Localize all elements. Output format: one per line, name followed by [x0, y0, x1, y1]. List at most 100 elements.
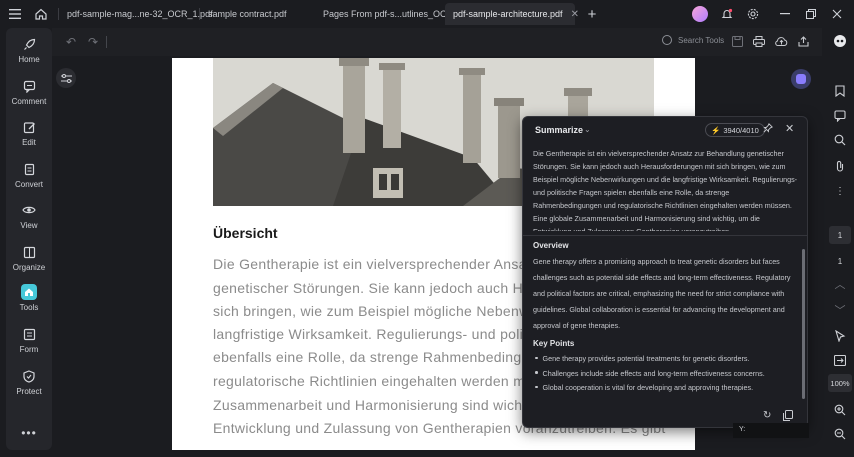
- comment-icon: [21, 78, 37, 94]
- document-text-line: genetischer Störungen. Sie kann jedoch a…: [213, 280, 537, 296]
- ai-assistant-button[interactable]: [791, 69, 811, 89]
- gear-icon[interactable]: [742, 3, 764, 25]
- source-text: Die Gentherapie ist ein vielversprechend…: [533, 149, 798, 231]
- bookmark-icon[interactable]: [832, 83, 848, 99]
- toolbar-divider: [106, 36, 107, 48]
- search-panel-icon[interactable]: [832, 132, 848, 148]
- sidebar-item-home[interactable]: Home: [6, 36, 52, 64]
- copilot-icon[interactable]: [832, 33, 848, 49]
- menu-icon[interactable]: [4, 3, 26, 25]
- sidebar-item-convert[interactable]: Convert: [6, 161, 52, 189]
- sidebar-item-tools[interactable]: Tools: [6, 284, 52, 312]
- panel-scrollbar[interactable]: [802, 249, 805, 399]
- sidebar-item-label: View: [20, 221, 38, 230]
- rocket-icon: [21, 36, 37, 52]
- sidebar-item-protect[interactable]: Protect: [6, 368, 52, 396]
- sidebar-item-label: Comment: [11, 97, 47, 106]
- toolbar: ↶ ↷ Search Tools: [52, 28, 822, 56]
- window-controls: [692, 0, 854, 28]
- redo-icon[interactable]: ↷: [88, 35, 98, 49]
- overview-text: Gene therapy offers a promising approach…: [533, 257, 791, 330]
- document-text-line: sich bringen, wie zum Beispiel mögliche …: [213, 303, 533, 319]
- credits-value: 3940/4010: [723, 125, 759, 135]
- more-options-icon[interactable]: ⋮: [832, 183, 848, 199]
- coordinate-tooltip: Y:: [733, 423, 809, 438]
- search-tools[interactable]: Search Tools: [662, 35, 724, 45]
- save-icon[interactable]: [730, 34, 744, 48]
- search-icon: [662, 35, 672, 45]
- eye-icon: [21, 202, 37, 218]
- close-tab-icon[interactable]: ✕: [571, 9, 579, 20]
- sidebar-item-comment[interactable]: Comment: [6, 78, 52, 106]
- document-text-line: regulatorische Richtlinien eingehalten w…: [213, 373, 534, 389]
- close-panel-icon[interactable]: ✕: [785, 122, 794, 135]
- regenerate-icon[interactable]: ↻: [763, 410, 771, 421]
- chevron-down-icon[interactable]: ⌄: [584, 125, 591, 134]
- more-icon[interactable]: •••: [6, 426, 52, 440]
- organize-icon: [21, 244, 37, 260]
- document-text-line: ebenfalls eine Rolle, da strenge Rahmenb…: [213, 349, 538, 365]
- filter-settings-icon[interactable]: [56, 68, 76, 88]
- sidebar-item-label: Form: [19, 345, 39, 354]
- zoom-in-icon[interactable]: [832, 402, 848, 418]
- print-icon[interactable]: [752, 34, 766, 48]
- search-tools-label: Search Tools: [678, 35, 725, 45]
- upload-icon[interactable]: [774, 34, 788, 48]
- sidebar-item-label: Tools: [19, 303, 39, 312]
- app-window: pdf-sample-mag...ne-32_OCR_1.pdf sample …: [0, 0, 854, 457]
- tab-4-active[interactable]: pdf-sample-architecture.pdf ✕: [445, 3, 579, 25]
- undo-icon[interactable]: ↶: [66, 35, 76, 49]
- sidebar-item-form[interactable]: Form: [6, 326, 52, 354]
- shield-icon: [21, 368, 37, 384]
- tab-label: sample contract.pdf: [208, 9, 287, 19]
- chevron-down-icon[interactable]: ﹀: [832, 302, 848, 318]
- bell-icon[interactable]: [716, 3, 738, 25]
- page-number-current[interactable]: 1: [829, 226, 851, 244]
- zoom-level[interactable]: 100%: [828, 374, 852, 392]
- tab-3[interactable]: Pages From pdf-s...utlines_OCR.pdf: [315, 3, 468, 25]
- tab-1[interactable]: pdf-sample-mag...ne-32_OCR_1.pdf: [59, 3, 213, 25]
- sidebar-item-organize[interactable]: Organize: [6, 244, 52, 272]
- comments-panel-icon[interactable]: [832, 108, 848, 124]
- keypoint-item: Gene therapy provides potential treatmen…: [533, 352, 799, 367]
- tab-2[interactable]: sample contract.pdf: [200, 3, 315, 25]
- new-tab-icon[interactable]: +: [581, 3, 603, 25]
- title-bar: pdf-sample-mag...ne-32_OCR_1.pdf sample …: [0, 0, 854, 28]
- edit-icon: [21, 119, 37, 135]
- avatar[interactable]: [692, 6, 708, 22]
- keypoint-item: Global cooperation is vital for developi…: [533, 381, 799, 396]
- panel-title[interactable]: Summarize: [535, 125, 583, 135]
- document-text-line: Zusammenarbeit und Harmonisierung sind w…: [213, 397, 539, 413]
- panel-divider: [523, 235, 807, 236]
- overview-title: Overview: [533, 241, 569, 250]
- sidebar-item-edit[interactable]: Edit: [6, 119, 52, 147]
- chevron-up-icon[interactable]: ︿: [832, 276, 848, 292]
- sidebar-item-label: Protect: [16, 387, 42, 396]
- bolt-icon: ⚡: [711, 125, 721, 135]
- select-cursor-icon[interactable]: [832, 328, 848, 344]
- zoom-out-icon[interactable]: [832, 426, 848, 442]
- panel-header: Summarize ⌄ ⚡ 3940/4010 ✕: [523, 117, 807, 143]
- pin-icon[interactable]: [763, 123, 773, 136]
- tab-label: pdf-sample-mag...ne-32_OCR_1.pdf: [67, 9, 213, 19]
- minimize-icon[interactable]: [774, 3, 796, 25]
- home-icon[interactable]: [30, 3, 52, 25]
- share-icon[interactable]: [796, 34, 810, 48]
- document-heading: Übersicht: [213, 225, 278, 241]
- sidebar-item-label: Convert: [14, 180, 43, 189]
- form-icon: [21, 326, 37, 342]
- fit-page-icon[interactable]: [832, 352, 848, 368]
- close-window-icon[interactable]: [826, 3, 848, 25]
- sidebar-item-view[interactable]: View: [6, 202, 52, 230]
- tools-icon: [21, 284, 37, 300]
- right-panel-bar: ⋮ 1 1 ︿ ﹀ 100%: [826, 28, 854, 457]
- restore-icon[interactable]: [800, 3, 822, 25]
- document-text-line: langfristige Wirksamkeit. Regulierungs- …: [213, 326, 538, 342]
- summary-content: Overview Gene therapy offers a promising…: [533, 241, 799, 396]
- page-number-total: 1: [837, 256, 843, 266]
- attachment-icon[interactable]: [832, 158, 848, 174]
- sidebar-item-label: Edit: [22, 138, 36, 147]
- ai-icon: [796, 74, 806, 84]
- copy-icon[interactable]: [783, 410, 793, 424]
- left-sidebar: Home Comment Edit Convert View Organize …: [6, 28, 52, 450]
